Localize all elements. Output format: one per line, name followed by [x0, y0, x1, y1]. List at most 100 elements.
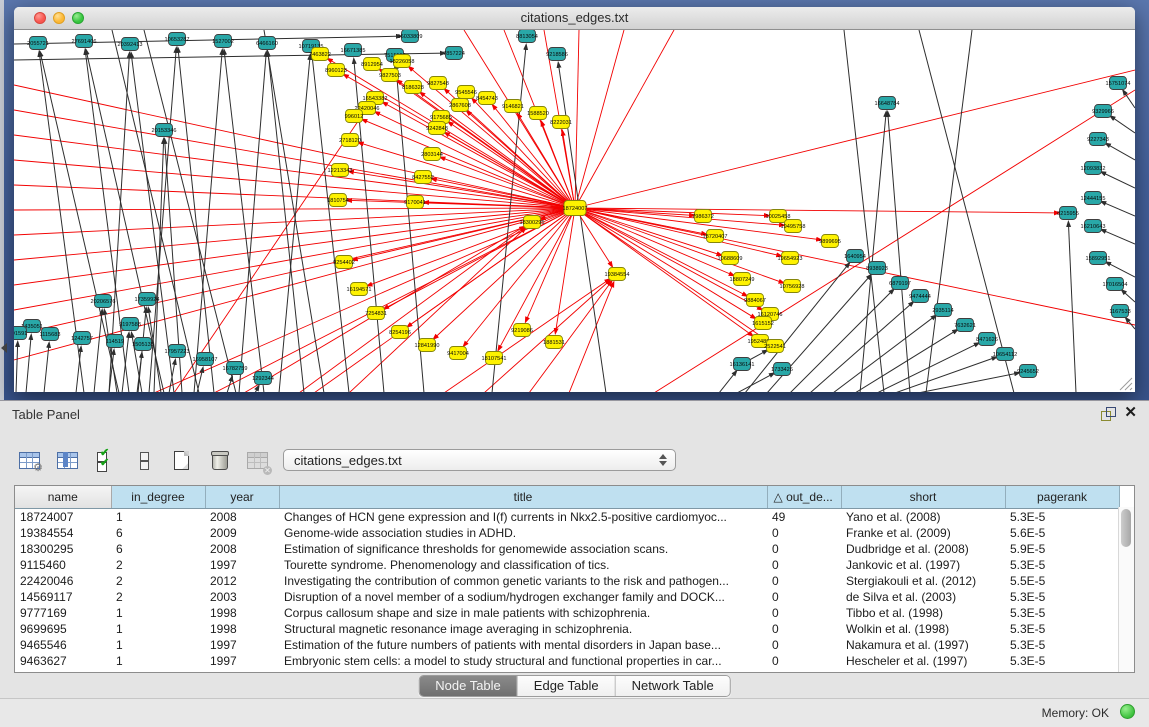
network-view-window[interactable]: citations_edges.txt 2055721 27691406 20392…	[14, 7, 1135, 392]
graph-node[interactable]: 2935114	[932, 304, 953, 317]
graph-node[interactable]: 7463822	[309, 48, 331, 61]
tab-network-table[interactable]: Network Table	[616, 676, 730, 696]
graph-node[interactable]: 16958107	[193, 353, 218, 366]
scrollbar-thumb[interactable]	[1121, 509, 1131, 547]
graph-node[interactable]: 9219086	[511, 324, 533, 337]
graph-node[interactable]: 8813054	[516, 30, 538, 43]
graph-node[interactable]: 2718120	[339, 134, 361, 147]
column-header-title[interactable]: title	[279, 486, 767, 509]
graph-node[interactable]: 1527002	[212, 35, 234, 48]
graph-node[interactable]: 8454743	[476, 92, 498, 105]
graph-node[interactable]: 9245652	[1017, 365, 1039, 378]
graph-node[interactable]: 10654112	[993, 348, 1017, 361]
graph-node[interactable]: 20392413	[118, 38, 143, 51]
graph-node[interactable]: 9545546	[455, 86, 477, 99]
graph-node[interactable]: 19495758	[781, 220, 806, 233]
graph-node[interactable]: 996012	[345, 110, 364, 123]
graph-node[interactable]: 19654923	[778, 252, 803, 265]
graph-node[interactable]: 15751074	[1106, 77, 1131, 90]
column-header-short[interactable]: short	[841, 486, 1005, 509]
memory-status-indicator[interactable]	[1120, 704, 1135, 719]
graph-node[interactable]: 9827548	[427, 77, 449, 90]
table-row[interactable]: 946362711997Embryonic stem cells: a mode…	[15, 653, 1119, 669]
graph-node[interactable]: 114519	[106, 335, 124, 348]
graph-node[interactable]: 9899695	[819, 235, 841, 248]
create-table-icon[interactable]	[170, 449, 194, 473]
window-resize-grip[interactable]	[1120, 378, 1132, 390]
graph-node[interactable]: 1242757	[71, 332, 93, 345]
table-row[interactable]: 1456911722003Disruption of a novel membe…	[15, 589, 1119, 605]
graph-node[interactable]: 17359924	[135, 293, 160, 306]
graph-node[interactable]: 10688609	[718, 252, 743, 265]
graph-node[interactable]: 1588520	[527, 107, 549, 120]
graph-node[interactable]: 9170041	[404, 196, 426, 209]
graph-node[interactable]: 12213343	[328, 164, 353, 177]
graph-node[interactable]: 10756928	[780, 280, 805, 293]
graph-node[interactable]: 8254196	[389, 326, 411, 339]
graph-node[interactable]: 7632621	[954, 319, 976, 332]
graph-node[interactable]: 18720407	[703, 230, 728, 243]
graph-node[interactable]: 9827503	[379, 69, 401, 82]
graph-node[interactable]: 2522541	[764, 340, 786, 353]
graph-node[interactable]: 2803144	[421, 148, 443, 161]
graph-node[interactable]: 2055721	[27, 37, 49, 50]
graph-node[interactable]: 7254831	[365, 307, 387, 320]
graph-node[interactable]: 9197588	[119, 318, 141, 331]
splitter-collapse-arrow[interactable]	[1, 343, 7, 353]
select-visible-columns-icon[interactable]: ✔✔	[94, 449, 118, 473]
table-row[interactable]: 2242004622012Investigating the contribut…	[15, 573, 1119, 589]
table-header-row[interactable]: namein_degreeyeartitle△ out_de...shortpa…	[15, 486, 1119, 509]
row-height-icon[interactable]	[132, 449, 156, 473]
graph-node[interactable]: 10653287	[165, 33, 190, 46]
column-header-year[interactable]: year	[205, 486, 279, 509]
graph-node[interactable]: 9227343	[1087, 133, 1109, 146]
tab-node-table[interactable]: Node Table	[419, 676, 518, 696]
graph-node[interactable]: 7857224	[443, 47, 465, 60]
table-row[interactable]: 1938455462009Genome-wide association stu…	[15, 525, 1119, 541]
graph-node[interactable]: 8960123	[325, 64, 347, 77]
graph-node[interactable]: 1810754	[327, 194, 349, 207]
graph-node[interactable]: 20153346	[152, 124, 177, 137]
column-header-name[interactable]: name	[15, 486, 111, 509]
window-titlebar[interactable]: citations_edges.txt	[14, 7, 1135, 30]
graph-node[interactable]: 1640954	[844, 250, 866, 263]
graph-node[interactable]: 9242848	[426, 122, 448, 135]
graph-node[interactable]: 8215955	[1057, 207, 1079, 220]
tab-edge-table[interactable]: Edge Table	[518, 676, 616, 696]
table-row[interactable]: 969969511998Structural magnetic resonanc…	[15, 621, 1119, 637]
column-header-pagerank[interactable]: pagerank	[1005, 486, 1119, 509]
table-row[interactable]: 1872400712008Changes of HCN gene express…	[15, 509, 1119, 526]
graph-node[interactable]: 9254402	[333, 256, 355, 269]
graph-node[interactable]: 8912954	[361, 58, 383, 71]
delete-trash-icon[interactable]	[208, 449, 232, 473]
graph-node[interactable]: 1505135	[132, 338, 154, 351]
network-graph-canvas[interactable]: 2055721 27691406 20392413 10653287 1527002 64…	[14, 30, 1135, 392]
graph-node[interactable]: 1733426	[771, 363, 793, 376]
vertical-scrollbar[interactable]	[1118, 507, 1134, 672]
column-header-in_degree[interactable]: in_degree	[111, 486, 205, 509]
graph-node[interactable]: 7986372	[692, 210, 714, 223]
graph-node[interactable]: 1167533	[1109, 305, 1130, 318]
close-panel-icon[interactable]: ✕	[1124, 404, 1137, 422]
graph-node[interactable]: 6466160	[256, 37, 278, 50]
graph-node[interactable]: 2867608	[449, 99, 471, 112]
graph-node[interactable]: 18807249	[730, 273, 755, 286]
graph-node[interactable]: 27691406	[72, 35, 97, 48]
table-row[interactable]: 946554611997Estimation of the future num…	[15, 637, 1119, 653]
graph-node[interactable]: 18300295	[520, 216, 545, 229]
graph-node[interactable]: 9884067	[744, 294, 766, 307]
graph-node[interactable]: 391591	[14, 327, 27, 340]
graph-node[interactable]: 16136141	[730, 358, 755, 371]
float-panel-icon[interactable]	[1101, 407, 1115, 421]
graph-node[interactable]: 15892951	[1086, 252, 1111, 265]
table-row[interactable]: 977716911998Corpus callosum shape and si…	[15, 605, 1119, 621]
table-row[interactable]: 911546021997Tourette syndrome. Phenomeno…	[15, 557, 1119, 573]
graph-node[interactable]: 1615152	[752, 317, 774, 330]
graph-node[interactable]: 20206576	[91, 295, 116, 308]
graph-node[interactable]: 18107541	[482, 352, 507, 365]
graph-node[interactable]: 16782759	[223, 362, 248, 375]
graph-node[interactable]: 8222031	[550, 116, 572, 129]
graph-node[interactable]: 16671385	[341, 44, 366, 57]
graph-node[interactable]: 17016504	[1103, 278, 1128, 291]
graph-node[interactable]: 9474444	[909, 290, 931, 303]
